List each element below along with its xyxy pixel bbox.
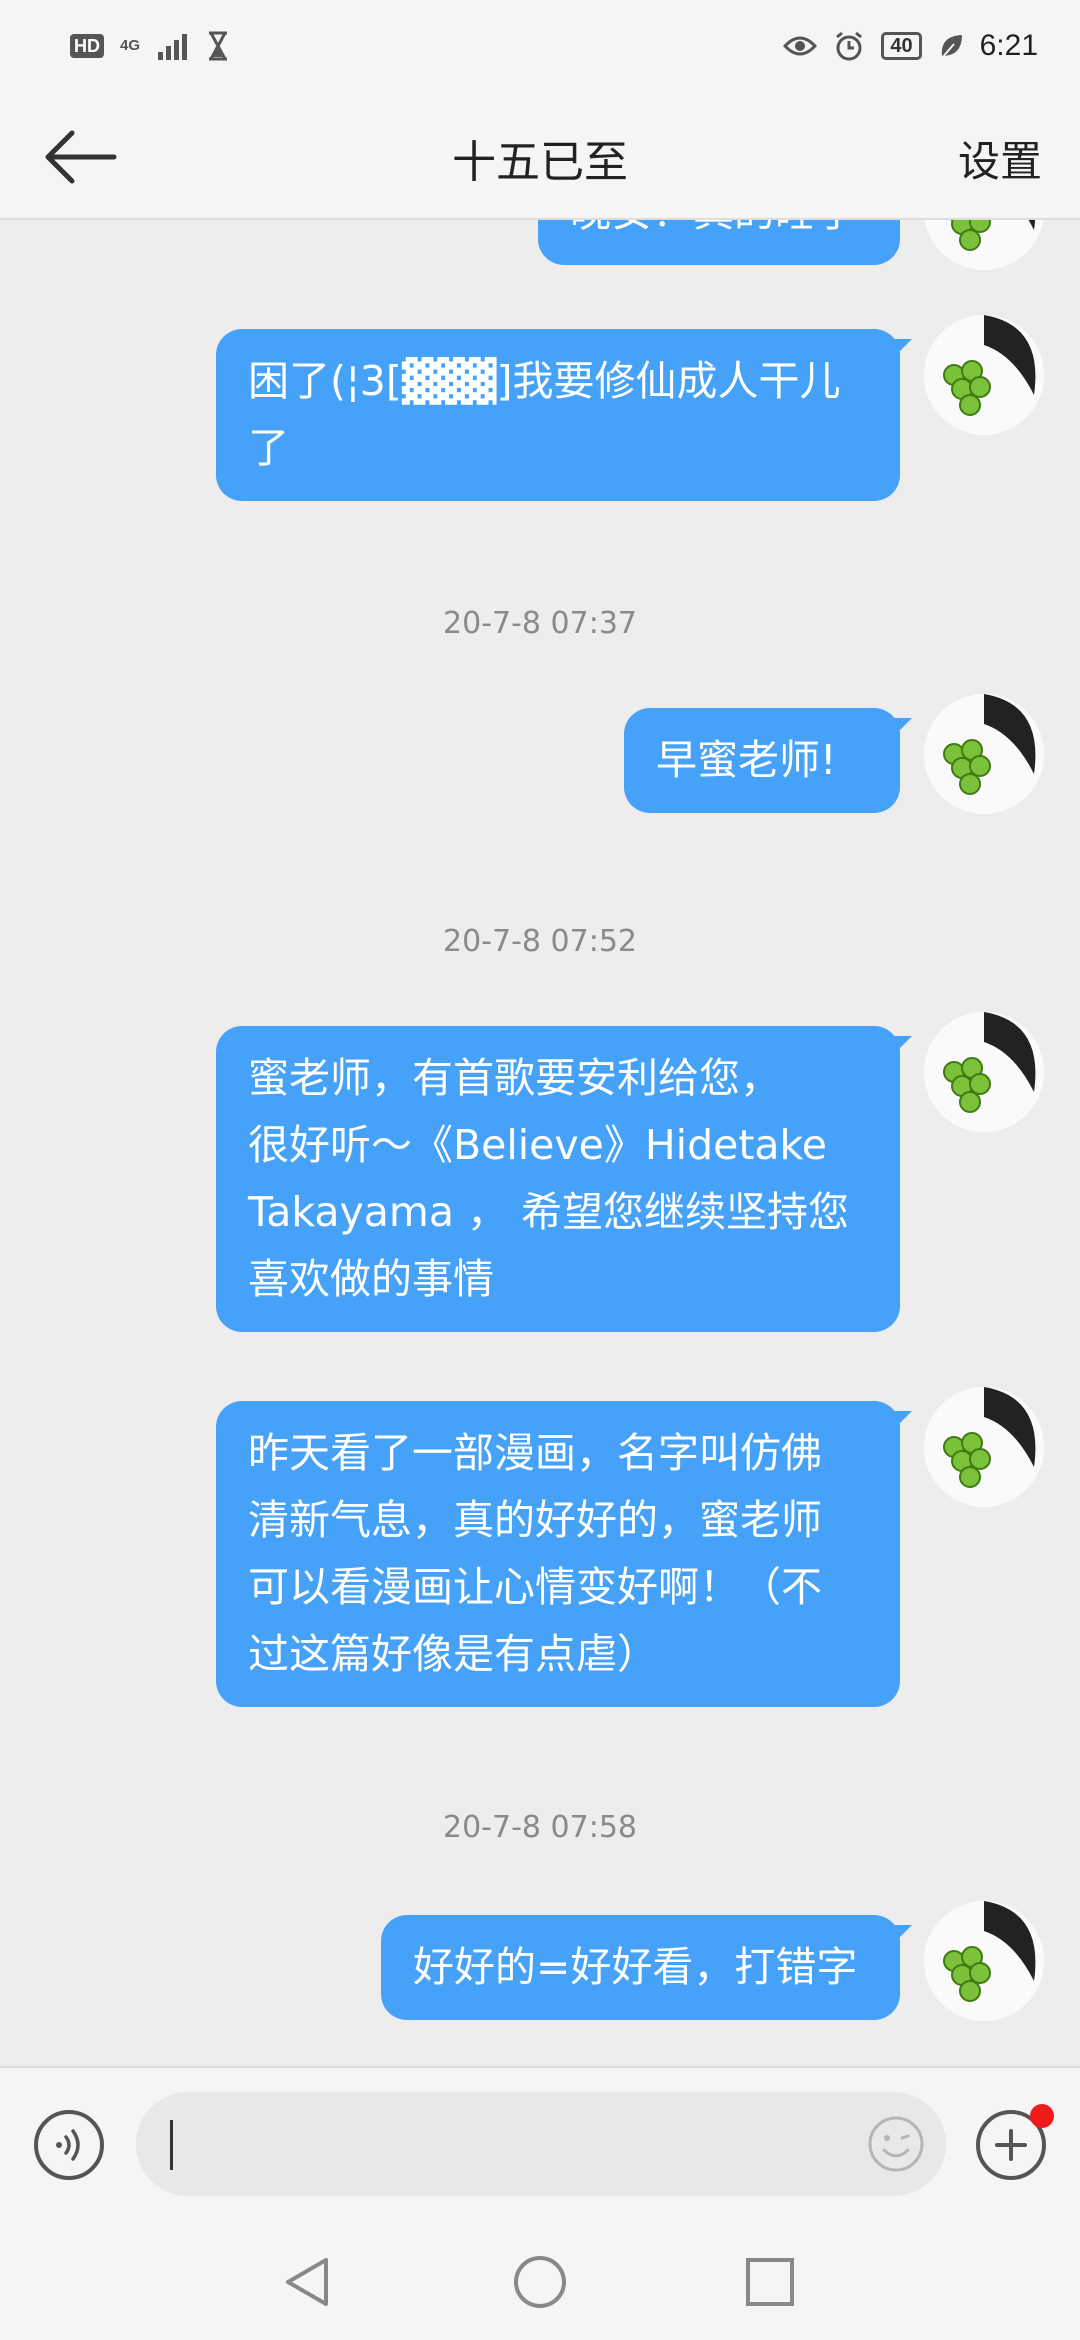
eye-icon	[783, 34, 818, 58]
avatar-image	[924, 1012, 1044, 1132]
nav-recents-button[interactable]	[740, 2252, 800, 2312]
back-button[interactable]	[40, 122, 120, 192]
message-bubble[interactable]: 好好的=好好看，打错字	[381, 1915, 912, 2020]
status-bar: HD 4G 40 6:21	[0, 0, 1080, 92]
emoji-button[interactable]	[866, 2114, 926, 2174]
leaf-icon	[938, 32, 964, 60]
timestamp: 20-7-8 07:52	[443, 924, 637, 959]
circle-home-icon	[514, 2256, 566, 2308]
message-input[interactable]	[136, 2092, 946, 2196]
avatar-image	[924, 220, 1044, 270]
avatar[interactable]	[924, 1387, 1044, 1507]
message-bubble[interactable]: 晚安！真的睡了	[538, 220, 900, 265]
plus-icon	[995, 2129, 1027, 2161]
square-recents-icon	[746, 2258, 794, 2306]
smiley-icon	[868, 2116, 924, 2172]
avatar-image	[924, 315, 1044, 435]
alarm-icon	[833, 30, 865, 62]
input-bar	[0, 2066, 1080, 2222]
message-bubble[interactable]: 困了(¦3[▓▓▓]我要修仙成人干儿 了	[216, 329, 912, 501]
navigation-bar	[0, 2222, 1080, 2340]
clock: 6:21	[979, 29, 1038, 62]
status-right: 40 6:21	[783, 29, 1038, 63]
chat-header: 十五已至 设置	[0, 92, 1080, 220]
hd-badge: HD	[70, 34, 104, 58]
battery-level: 40	[881, 32, 922, 60]
avatar[interactable]	[924, 1901, 1044, 2021]
avatar[interactable]	[924, 220, 1044, 270]
nav-home-button[interactable]	[510, 2252, 570, 2312]
page-title: 十五已至	[452, 137, 628, 188]
avatar-image	[924, 694, 1044, 814]
avatar-image	[924, 1387, 1044, 1507]
avatar[interactable]	[924, 315, 1044, 435]
network-type: 4G	[120, 37, 141, 54]
notification-dot	[1030, 2104, 1054, 2128]
settings-button[interactable]: 设置	[958, 128, 1042, 189]
triangle-back-icon	[286, 2258, 328, 2306]
avatar-image	[924, 1901, 1044, 2021]
timestamp: 20-7-8 07:58	[443, 1810, 637, 1845]
text-caret	[170, 2120, 173, 2170]
timestamp: 20-7-8 07:37	[443, 606, 637, 641]
message-bubble[interactable]: 昨天看了一部漫画，名字叫仿佛 清新气息，真的好好的，蜜老师 可以看漫画让心情变好…	[216, 1401, 912, 1707]
signal-icon	[156, 32, 190, 60]
voice-button[interactable]	[34, 2110, 104, 2180]
avatar[interactable]	[924, 694, 1044, 814]
message-bubble[interactable]: 早蜜老师!	[624, 708, 912, 813]
hourglass-icon	[206, 31, 230, 61]
arrow-left-icon	[45, 130, 117, 184]
status-left: HD 4G	[70, 31, 230, 61]
avatar[interactable]	[924, 1012, 1044, 1132]
message-bubble[interactable]: 蜜老师，有首歌要安利给您， 很好听～《Believe》Hidetake Taka…	[216, 1026, 912, 1332]
voice-icon	[56, 2129, 80, 2161]
message-list[interactable]: 晚安！真的睡了 困了(¦3[▓▓▓]我要修仙成人干儿 了 20-7-8 07:3…	[0, 220, 1080, 2066]
nav-back-button[interactable]	[278, 2252, 338, 2312]
